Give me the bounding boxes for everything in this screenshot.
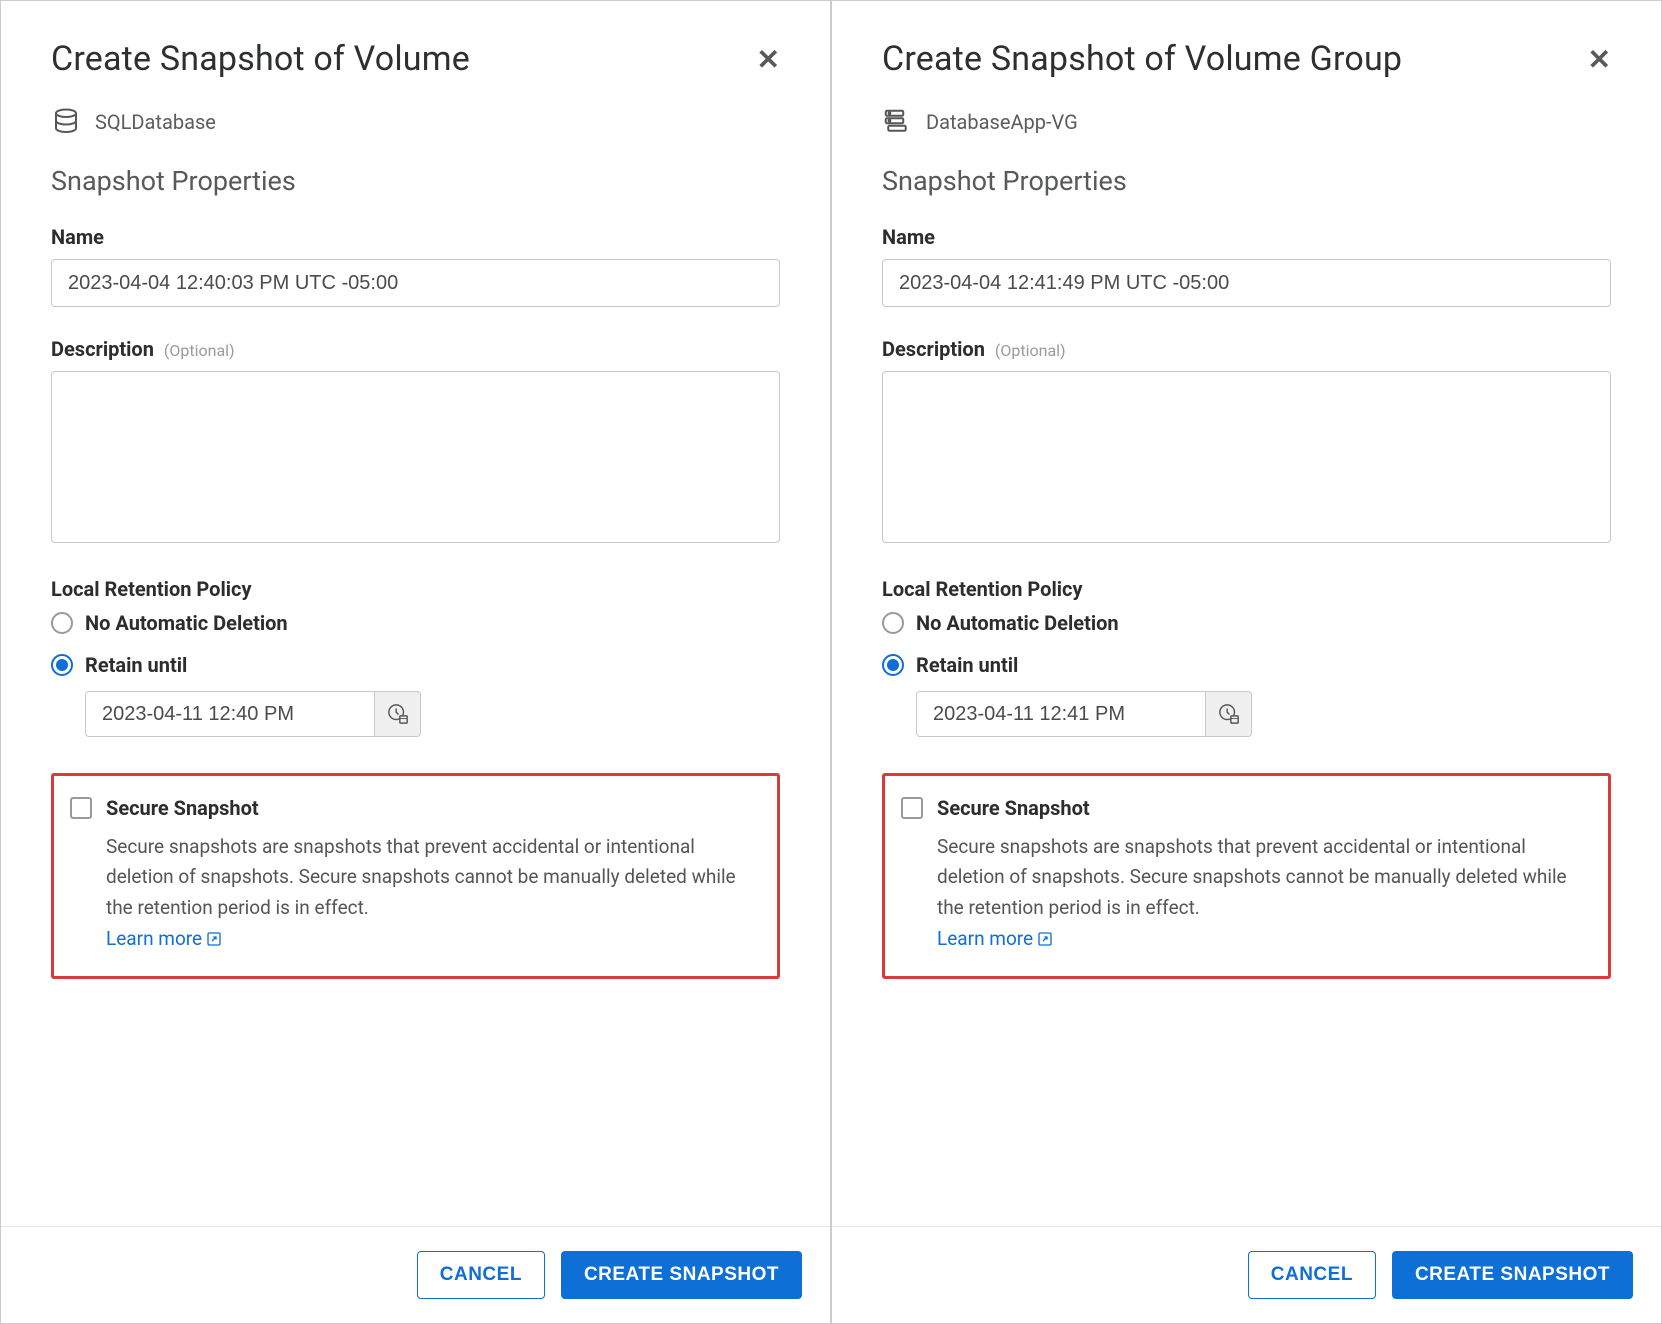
name-input[interactable]	[51, 259, 780, 307]
retain-date-input[interactable]	[85, 691, 375, 737]
create-snapshot-button[interactable]: CREATE SNAPSHOT	[561, 1251, 802, 1299]
close-icon[interactable]: ✕	[1588, 43, 1611, 76]
learn-more-link[interactable]: Learn more	[106, 927, 222, 950]
optional-tag: (Optional)	[995, 341, 1066, 360]
secure-snapshot-checkbox[interactable]	[70, 797, 92, 819]
calendar-clock-icon	[387, 703, 409, 725]
dialog-title: Create Snapshot of Volume	[51, 39, 470, 79]
calendar-clock-icon	[1218, 703, 1240, 725]
name-input[interactable]	[882, 259, 1611, 307]
cancel-button[interactable]: CANCEL	[417, 1251, 545, 1299]
external-link-icon	[206, 931, 222, 947]
radio-icon	[51, 654, 73, 676]
properties-heading: Snapshot Properties	[882, 165, 1611, 197]
create-snapshot-button[interactable]: CREATE SNAPSHOT	[1392, 1251, 1633, 1299]
date-picker-button[interactable]	[1206, 691, 1252, 737]
learn-more-link[interactable]: Learn more	[937, 927, 1053, 950]
radio-no-deletion[interactable]: No Automatic Deletion	[51, 611, 780, 635]
dialog-title: Create Snapshot of Volume Group	[882, 39, 1402, 79]
description-label: Description	[882, 337, 985, 361]
database-icon	[51, 107, 81, 137]
radio-icon	[51, 612, 73, 634]
secure-snapshot-label: Secure Snapshot	[106, 796, 259, 820]
secure-snapshot-help: Secure snapshots are snapshots that prev…	[106, 832, 761, 923]
radio-no-deletion[interactable]: No Automatic Deletion	[882, 611, 1611, 635]
radio-icon	[882, 654, 904, 676]
name-label: Name	[51, 225, 780, 249]
radio-retain-until[interactable]: Retain until	[882, 653, 1611, 677]
retention-heading: Local Retention Policy	[882, 577, 1611, 601]
date-picker-button[interactable]	[375, 691, 421, 737]
secure-snapshot-label: Secure Snapshot	[937, 796, 1090, 820]
retention-heading: Local Retention Policy	[51, 577, 780, 601]
radio-retain-until[interactable]: Retain until	[51, 653, 780, 677]
secure-snapshot-checkbox[interactable]	[901, 797, 923, 819]
secure-snapshot-highlight: Secure Snapshot Secure snapshots are sna…	[882, 773, 1611, 979]
optional-tag: (Optional)	[164, 341, 235, 360]
secure-snapshot-highlight: Secure Snapshot Secure snapshots are sna…	[51, 773, 780, 979]
dialog-volume-snapshot: Create Snapshot of Volume ✕ SQLDatabase …	[0, 0, 831, 1324]
description-input[interactable]	[882, 371, 1611, 543]
resource-name: SQLDatabase	[95, 110, 216, 134]
retain-date-input[interactable]	[916, 691, 1206, 737]
radio-label: No Automatic Deletion	[85, 611, 288, 635]
name-label: Name	[882, 225, 1611, 249]
close-icon[interactable]: ✕	[757, 43, 780, 76]
radio-icon	[882, 612, 904, 634]
cancel-button[interactable]: CANCEL	[1248, 1251, 1376, 1299]
properties-heading: Snapshot Properties	[51, 165, 780, 197]
resource-name: DatabaseApp-VG	[926, 110, 1078, 134]
radio-label: No Automatic Deletion	[916, 611, 1119, 635]
description-input[interactable]	[51, 371, 780, 543]
description-label: Description	[51, 337, 154, 361]
dialog-volume-group-snapshot: Create Snapshot of Volume Group ✕ Databa…	[831, 0, 1662, 1324]
radio-label: Retain until	[916, 653, 1018, 677]
external-link-icon	[1037, 931, 1053, 947]
radio-label: Retain until	[85, 653, 187, 677]
volume-group-icon	[882, 107, 912, 137]
secure-snapshot-help: Secure snapshots are snapshots that prev…	[937, 832, 1592, 923]
